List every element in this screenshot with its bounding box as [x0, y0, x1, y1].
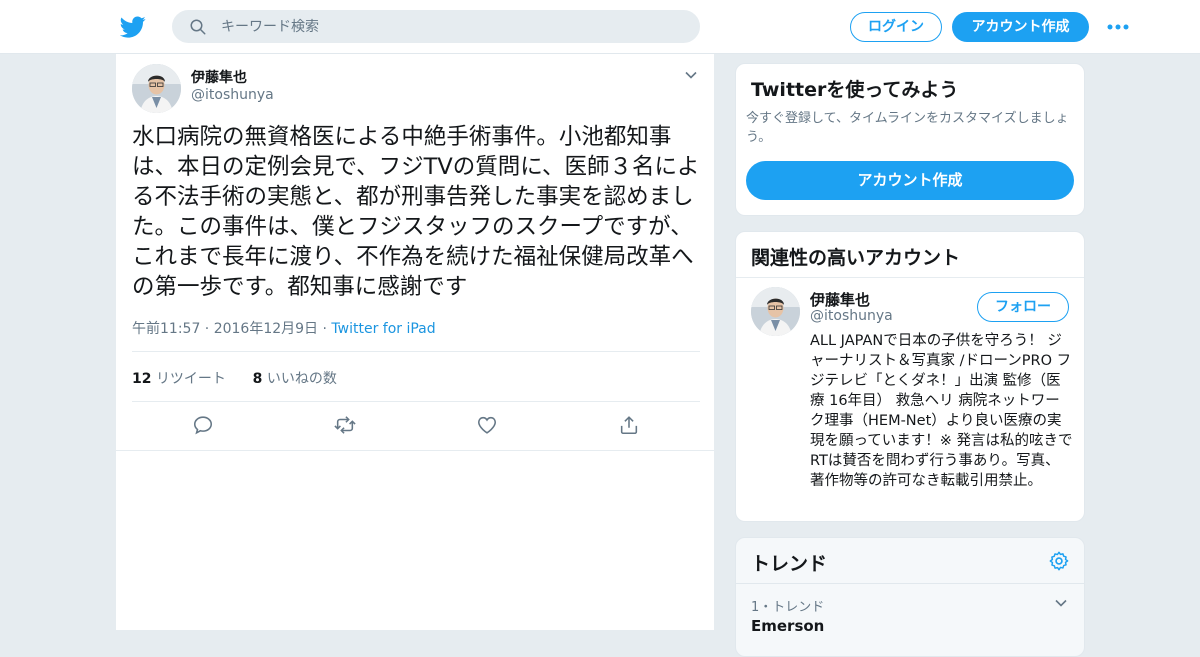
signup-button[interactable]: アカウント作成 [952, 12, 1089, 42]
trend-rank-label: 1・トレンド [751, 600, 825, 615]
follow-button[interactable]: フォロー [977, 292, 1069, 322]
search-icon [190, 19, 206, 35]
meta-separator: · [322, 321, 327, 337]
trends-title: トレンド [751, 553, 828, 575]
related-accounts-card: 関連性の高いアカウント 伊藤隼也 @itoshunya フォロー ALL JAP… [735, 231, 1085, 522]
share-icon[interactable] [618, 414, 640, 436]
avatar[interactable] [132, 64, 181, 113]
like-stat[interactable]: 8 いいねの数 [253, 371, 337, 387]
top-bar: ログイン アカウント作成 [0, 0, 1200, 54]
signup-card: Twitterを使ってみよう 今すぐ登録して、タイムラインをカスタマイズしましょ… [735, 63, 1085, 216]
trend-name[interactable]: Emerson [751, 617, 824, 635]
retweet-count: 12 [132, 371, 152, 387]
retweet-icon[interactable] [334, 414, 356, 436]
like-count: 8 [252, 371, 263, 387]
tweet-meta: 午前11:57 · 2016年12月9日 · Twitter for iPad [132, 318, 436, 338]
signup-card-description: 今すぐ登録して、タイムラインをカスタマイズしましょう。 [746, 111, 1069, 145]
related-accounts-title: 関連性の高いアカウント [751, 247, 961, 269]
tweet-client-link[interactable]: Twitter for iPad [331, 321, 435, 337]
tweet-stats: 12 リツイート 8 いいねの数 [132, 368, 337, 388]
gear-icon[interactable] [1048, 550, 1070, 572]
like-stat-label: いいねの数 [266, 371, 337, 387]
search-box[interactable] [172, 10, 700, 43]
tweet-timestamp[interactable]: 午前11:57 · 2016年12月9日 [132, 321, 318, 337]
author-name[interactable]: 伊藤隼也 [191, 67, 247, 87]
chevron-down-icon[interactable] [1054, 596, 1068, 610]
tweet-text: 水口病院の無資格医による中絶手術事件。小池都知事は、本日の定例会見で、フジTVの… [132, 124, 700, 300]
tweet-detail: 伊藤隼也 @itoshunya 水口病院の無資格医による中絶手術事件。小池都知事… [115, 54, 715, 630]
author-handle[interactable]: @itoshunya [191, 87, 274, 103]
signup-card-title: Twitterを使ってみよう [751, 79, 959, 101]
tweet-actions [132, 412, 700, 442]
login-button[interactable]: ログイン [850, 12, 942, 42]
chevron-down-icon[interactable] [684, 68, 698, 82]
divider [132, 401, 700, 402]
trends-card: トレンド 1・トレンド Emerson [735, 537, 1085, 657]
divider [132, 351, 700, 352]
related-account-bio: ALL JAPANで日本の子供を守ろう！ ジャーナリスト＆写真家 /ドローンPR… [810, 333, 1073, 489]
divider [736, 583, 1084, 584]
related-account-name[interactable]: 伊藤隼也 [810, 289, 870, 310]
heart-icon[interactable] [476, 414, 498, 436]
tweet-bottom-border [116, 450, 714, 451]
retweet-stat-label: リツイート [155, 371, 226, 387]
reply-icon[interactable] [192, 414, 214, 436]
divider [736, 277, 1084, 278]
avatar[interactable] [751, 287, 800, 336]
search-input[interactable] [221, 11, 681, 42]
avatar-image [751, 287, 800, 336]
more-dots-icon[interactable] [1106, 19, 1130, 35]
signup-card-button[interactable]: アカウント作成 [746, 161, 1074, 200]
twitter-bird-icon[interactable] [120, 14, 146, 40]
avatar-image [132, 64, 181, 113]
related-account-handle[interactable]: @itoshunya [810, 308, 893, 324]
retweet-stat[interactable]: 12 リツイート [132, 371, 226, 387]
